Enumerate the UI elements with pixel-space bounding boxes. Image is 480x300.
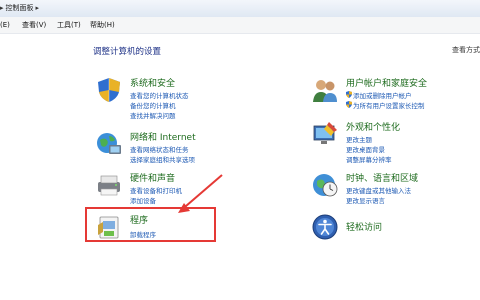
category-title[interactable]: 时钟、语言和区域 bbox=[346, 171, 418, 184]
category-title[interactable]: 轻松访问 bbox=[346, 220, 382, 233]
user-accounts-icon[interactable] bbox=[311, 76, 339, 104]
annotation-arrow bbox=[178, 174, 223, 213]
category-title[interactable]: 外观和个性化 bbox=[346, 120, 400, 133]
link-change-background[interactable]: 更改桌面背景 bbox=[346, 144, 385, 154]
category-title[interactable]: 用户帐户和家庭安全 bbox=[346, 76, 427, 89]
uac-shield-icon bbox=[346, 91, 352, 98]
link-change-theme[interactable]: 更改主题 bbox=[346, 134, 372, 144]
link-add-remove-user[interactable]: 添加或删除用户帐户 bbox=[353, 90, 412, 100]
link-parental-controls[interactable]: 为所有用户设置家长控制 bbox=[353, 100, 425, 110]
uac-shield-icon bbox=[346, 101, 352, 108]
link-change-keyboard[interactable]: 更改键盘或其他输入法 bbox=[346, 185, 411, 195]
ease-of-access-icon[interactable] bbox=[311, 213, 339, 241]
link-screen-resolution[interactable]: 调整屏幕分辨率 bbox=[346, 154, 392, 164]
link-change-language[interactable]: 更改显示语言 bbox=[346, 195, 385, 205]
clock-language-icon[interactable] bbox=[311, 171, 339, 199]
appearance-icon[interactable] bbox=[311, 120, 339, 148]
